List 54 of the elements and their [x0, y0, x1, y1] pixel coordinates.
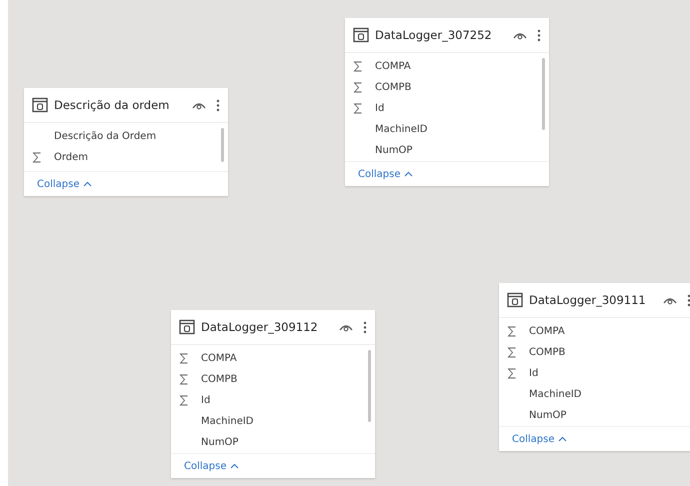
table-card[interactable]: DataLogger_307252 COMPA COMPB Id MachineID NumOP Collapse [345, 18, 549, 186]
field-name[interactable]: Id [201, 395, 210, 406]
field-name[interactable]: NumOP [201, 437, 238, 448]
chevron-up-icon [82, 181, 92, 187]
table-title: Descrição da ordem [54, 98, 170, 112]
chevron-up-icon [404, 171, 412, 177]
field-name[interactable]: COMPA [201, 353, 237, 364]
table-title: DataLogger_307252 [375, 28, 493, 42]
table-icon [353, 27, 369, 43]
chevron-up-icon [230, 463, 238, 469]
chevron-up-icon [558, 436, 566, 442]
field-name[interactable]: COMPB [375, 82, 412, 93]
sigma-icon [353, 103, 363, 114]
collapse-link[interactable]: Collapse [184, 460, 238, 472]
sigma-icon [32, 152, 42, 163]
field-name[interactable]: Id [375, 103, 384, 114]
field-name[interactable]: MachineID [529, 389, 582, 400]
collapse-link[interactable]: Collapse [358, 168, 412, 180]
sigma-icon [353, 61, 363, 72]
sigma-icon [507, 347, 517, 358]
field-name[interactable]: COMPA [375, 61, 411, 72]
field-name[interactable]: Id [529, 368, 538, 379]
more-options-icon[interactable] [216, 98, 220, 112]
sigma-icon [179, 374, 189, 385]
scrollbar[interactable] [368, 350, 371, 422]
field-name[interactable]: COMPB [201, 374, 238, 385]
field-name[interactable]: NumOP [529, 410, 566, 421]
more-options-icon[interactable] [363, 320, 367, 334]
table-card[interactable]: DataLogger_309112 COMPA COMPB Id MachineID NumOP Collapse [171, 310, 375, 478]
more-options-icon[interactable] [537, 28, 541, 42]
field-name[interactable]: COMPA [529, 326, 565, 337]
field-name[interactable]: Descrição da Ordem [54, 131, 156, 142]
table-card[interactable]: DataLogger_309111 COMPA COMPB Id MachineID NumOP Collapse [499, 283, 690, 451]
table-icon [507, 292, 523, 308]
collapse-link[interactable]: Collapse [37, 178, 92, 190]
more-options-icon[interactable] [687, 294, 690, 306]
field-name[interactable]: NumOP [375, 145, 412, 156]
sigma-icon [507, 368, 517, 379]
field-name[interactable]: COMPB [529, 347, 566, 358]
table-icon [32, 97, 48, 113]
sigma-icon [179, 395, 189, 406]
table-title: DataLogger_309111 [529, 293, 647, 307]
sigma-icon [353, 82, 363, 93]
table-icon [179, 319, 195, 335]
field-name[interactable]: MachineID [375, 124, 428, 135]
scrollbar[interactable] [221, 128, 224, 162]
scrollbar[interactable] [542, 58, 545, 130]
sigma-icon [179, 353, 189, 364]
table-card[interactable]: Descrição da ordem Descrição da Ordem Ordem Collapse [24, 88, 228, 196]
collapse-link[interactable]: Collapse [512, 434, 566, 444]
field-name[interactable]: MachineID [201, 416, 254, 427]
table-title: DataLogger_309112 [201, 320, 319, 334]
field-name[interactable]: Ordem [54, 152, 88, 163]
sigma-icon [507, 326, 517, 337]
